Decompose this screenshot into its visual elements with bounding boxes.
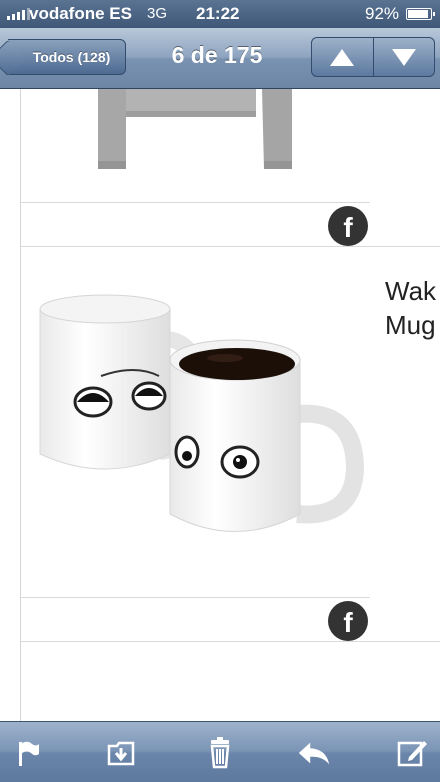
network-type: 3G: [147, 5, 168, 22]
divider-line: [20, 246, 440, 247]
reply-button[interactable]: [296, 736, 332, 770]
message-body[interactable]: f Wak Mug f: [0, 89, 440, 721]
compose-icon: [397, 741, 427, 767]
facebook-icon[interactable]: f: [328, 601, 368, 641]
arrow-up-icon: [330, 48, 355, 66]
move-to-folder-icon: [107, 741, 135, 766]
signal-strength-icon: [7, 8, 30, 20]
move-to-folder-button[interactable]: [103, 736, 139, 770]
message-position-title: 6 de 175: [171, 42, 263, 68]
back-button-label: Todos (128): [32, 49, 111, 65]
back-button[interactable]: Todos (128): [8, 39, 126, 75]
facebook-icon[interactable]: f: [328, 206, 368, 246]
status-time: 21:22: [196, 4, 240, 23]
trash-icon: [210, 737, 230, 769]
divider-line: [20, 597, 370, 598]
mugs-image[interactable]: [35, 284, 375, 564]
status-bar: vodafone ES 3G 21:22 92%: [0, 0, 440, 28]
facebook-glyph: f: [343, 607, 353, 638]
previous-message-button[interactable]: [312, 38, 373, 76]
message-navigation-control: [311, 37, 435, 77]
product-title[interactable]: Wak Mug: [385, 274, 436, 342]
product-title-text: Wak Mug: [385, 276, 437, 340]
reply-icon: [298, 742, 330, 765]
battery-percentage: 92%: [365, 4, 400, 23]
flag-button[interactable]: [10, 736, 46, 770]
battery-icon: [406, 8, 435, 20]
sweater-image[interactable]: [96, 89, 296, 169]
facebook-glyph: f: [343, 212, 353, 243]
carrier-name: vodafone ES: [29, 4, 132, 23]
arrow-down-icon: [391, 48, 416, 66]
flag-icon: [19, 741, 39, 766]
next-message-button[interactable]: [372, 38, 435, 76]
delete-button[interactable]: [202, 736, 238, 770]
column-divider: [20, 89, 21, 721]
divider-line: [20, 641, 440, 642]
compose-button[interactable]: [394, 736, 430, 770]
divider-line: [20, 202, 370, 203]
bottom-toolbar: [0, 721, 440, 782]
navigation-bar: Todos (128) 6 de 175: [0, 28, 440, 89]
